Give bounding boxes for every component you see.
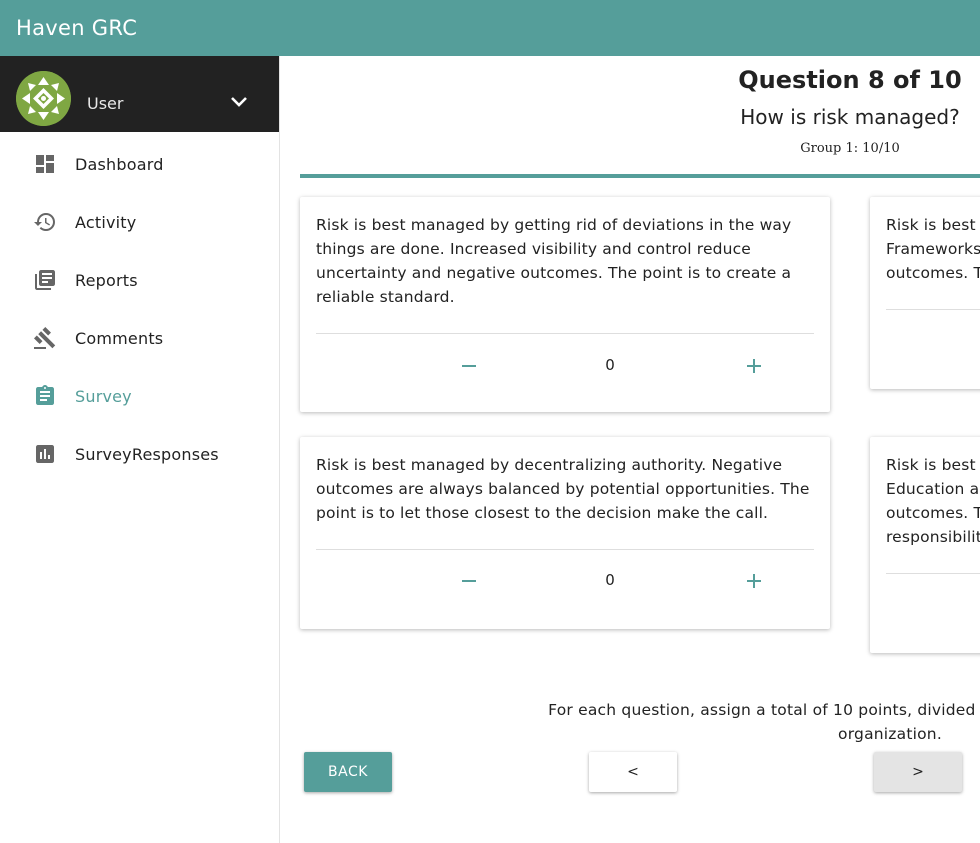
- history-icon: [33, 210, 57, 234]
- survey-panel: Question 8 of 10 How is risk managed? Gr…: [280, 56, 980, 843]
- statement-card: Risk is best managed by getting rid of d…: [300, 197, 830, 412]
- app-title: Haven GRC: [16, 16, 138, 40]
- decrement-button[interactable]: [460, 572, 478, 590]
- library-books-icon: [33, 268, 57, 292]
- previous-button[interactable]: <: [589, 752, 677, 792]
- sidebar-item-reports[interactable]: Reports: [0, 252, 279, 308]
- user-menu[interactable]: User: [0, 56, 279, 132]
- sidebar: User Dashboard Activity Reports Comments…: [0, 56, 280, 843]
- sidebar-item-label: SurveyResponses: [75, 445, 219, 464]
- statement-card: Risk is best Frameworks outcomes. T: [870, 197, 980, 389]
- statement-card: Risk is best Education an outcomes. T re…: [870, 437, 980, 653]
- question-counter: Question 8 of 10: [738, 66, 962, 94]
- sidebar-item-label: Activity: [75, 213, 137, 232]
- points-value: 0: [605, 571, 615, 589]
- sidebar-item-activity[interactable]: Activity: [0, 194, 279, 250]
- clipboard-icon: [33, 384, 57, 408]
- card-divider: [316, 333, 814, 334]
- points-value: 0: [605, 356, 615, 374]
- card-divider: [316, 549, 814, 550]
- sidebar-item-survey[interactable]: Survey: [0, 368, 279, 424]
- instructions: For each question, assign a total of 10 …: [320, 698, 980, 746]
- sidebar-item-label: Comments: [75, 329, 164, 348]
- next-button[interactable]: >: [874, 752, 962, 792]
- instructions-line: For each question, assign a total of 10 …: [548, 701, 980, 719]
- gavel-icon: [33, 326, 57, 350]
- sidebar-item-surveyresponses[interactable]: SurveyResponses: [0, 426, 279, 482]
- increment-button[interactable]: [745, 572, 763, 590]
- dashboard-icon: [33, 152, 57, 176]
- sidebar-item-label: Reports: [75, 271, 138, 290]
- question-text: How is risk managed?: [740, 105, 960, 129]
- card-divider: [886, 309, 980, 310]
- divider: [300, 174, 980, 178]
- avatar: [16, 71, 71, 126]
- statement-text: Risk is best managed by getting rid of d…: [316, 216, 792, 306]
- sidebar-item-dashboard[interactable]: Dashboard: [0, 136, 279, 192]
- statement-text: Risk is best managed by decentralizing a…: [316, 456, 810, 522]
- sidebar-item-label: Survey: [75, 387, 132, 406]
- sidebar-item-comments[interactable]: Comments: [0, 310, 279, 366]
- bar-chart-icon: [33, 442, 57, 466]
- increment-button[interactable]: [745, 357, 763, 375]
- group-progress: Group 1: 10/10: [800, 141, 900, 156]
- back-button[interactable]: BACK: [304, 752, 392, 792]
- user-name: User: [87, 94, 124, 113]
- app-bar: Haven GRC: [0, 0, 980, 56]
- card-divider: [886, 573, 980, 574]
- statement-text: Risk is best Frameworks outcomes. T: [886, 216, 980, 282]
- chevron-down-icon[interactable]: [229, 95, 249, 109]
- statement-card: Risk is best managed by decentralizing a…: [300, 437, 830, 629]
- statement-text: Risk is best Education an outcomes. T re…: [886, 456, 980, 546]
- decrement-button[interactable]: [460, 357, 478, 375]
- sidebar-item-label: Dashboard: [75, 155, 164, 174]
- instructions-line: organization.: [838, 725, 942, 743]
